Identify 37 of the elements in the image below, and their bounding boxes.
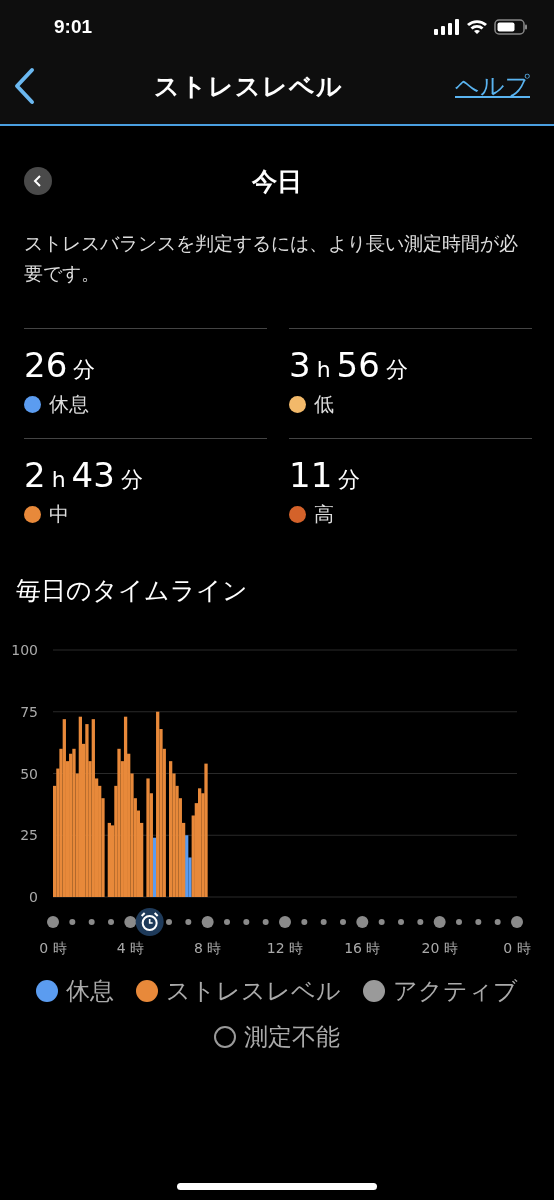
section-title: 毎日のタイムライン [16, 575, 249, 607]
screen-title: ストレスレベル [154, 70, 343, 103]
legend-label: ストレスレベル [166, 976, 341, 1007]
legend-label: 休息 [66, 976, 114, 1007]
x-tick-label: 0 時 [39, 940, 67, 956]
stat-value: 2 h 43 分 [24, 455, 144, 495]
stat-value: 11 分 [289, 455, 362, 495]
stat-value: 3 h 56 分 [289, 345, 409, 385]
stat-value: 26 分 [24, 345, 97, 385]
wifi-icon [466, 19, 488, 35]
x-tick-label: 16 時 [344, 940, 381, 956]
x-tick-label: 0 時 [503, 940, 531, 956]
stat-label: 高 [314, 501, 334, 528]
legend-label: アクティブ [393, 976, 518, 1007]
help-link[interactable]: ヘルプ [455, 70, 530, 102]
previous-day-button[interactable] [24, 167, 52, 195]
y-tick-label: 75 [20, 703, 38, 720]
battery-icon [494, 19, 528, 35]
day-title: 今日 [251, 165, 303, 198]
legend-label: 測定不能 [244, 1022, 340, 1053]
signal-icon [434, 19, 460, 35]
x-tick-label: 8 時 [194, 940, 222, 956]
y-tick-label: 50 [20, 765, 38, 782]
stat-label: 中 [49, 501, 69, 528]
stat-label: 休息 [49, 391, 89, 418]
info-message: ストレスバランスを判定するには、より長い測定時間が必要です。 [24, 231, 519, 286]
chevron-left-icon [33, 175, 43, 187]
alarm-icon [135, 908, 164, 936]
y-tick-label: 0 [29, 889, 38, 905]
chevron-left-icon [12, 67, 36, 105]
y-tick-label: 25 [20, 827, 38, 844]
stat-label: 低 [314, 391, 334, 418]
y-tick-label: 100 [11, 642, 38, 658]
x-tick-label: 20 時 [421, 940, 458, 956]
x-tick-label: 12 時 [266, 940, 304, 956]
status-time: 9:01 [54, 16, 93, 38]
x-tick-label: 4 時 [116, 940, 144, 956]
